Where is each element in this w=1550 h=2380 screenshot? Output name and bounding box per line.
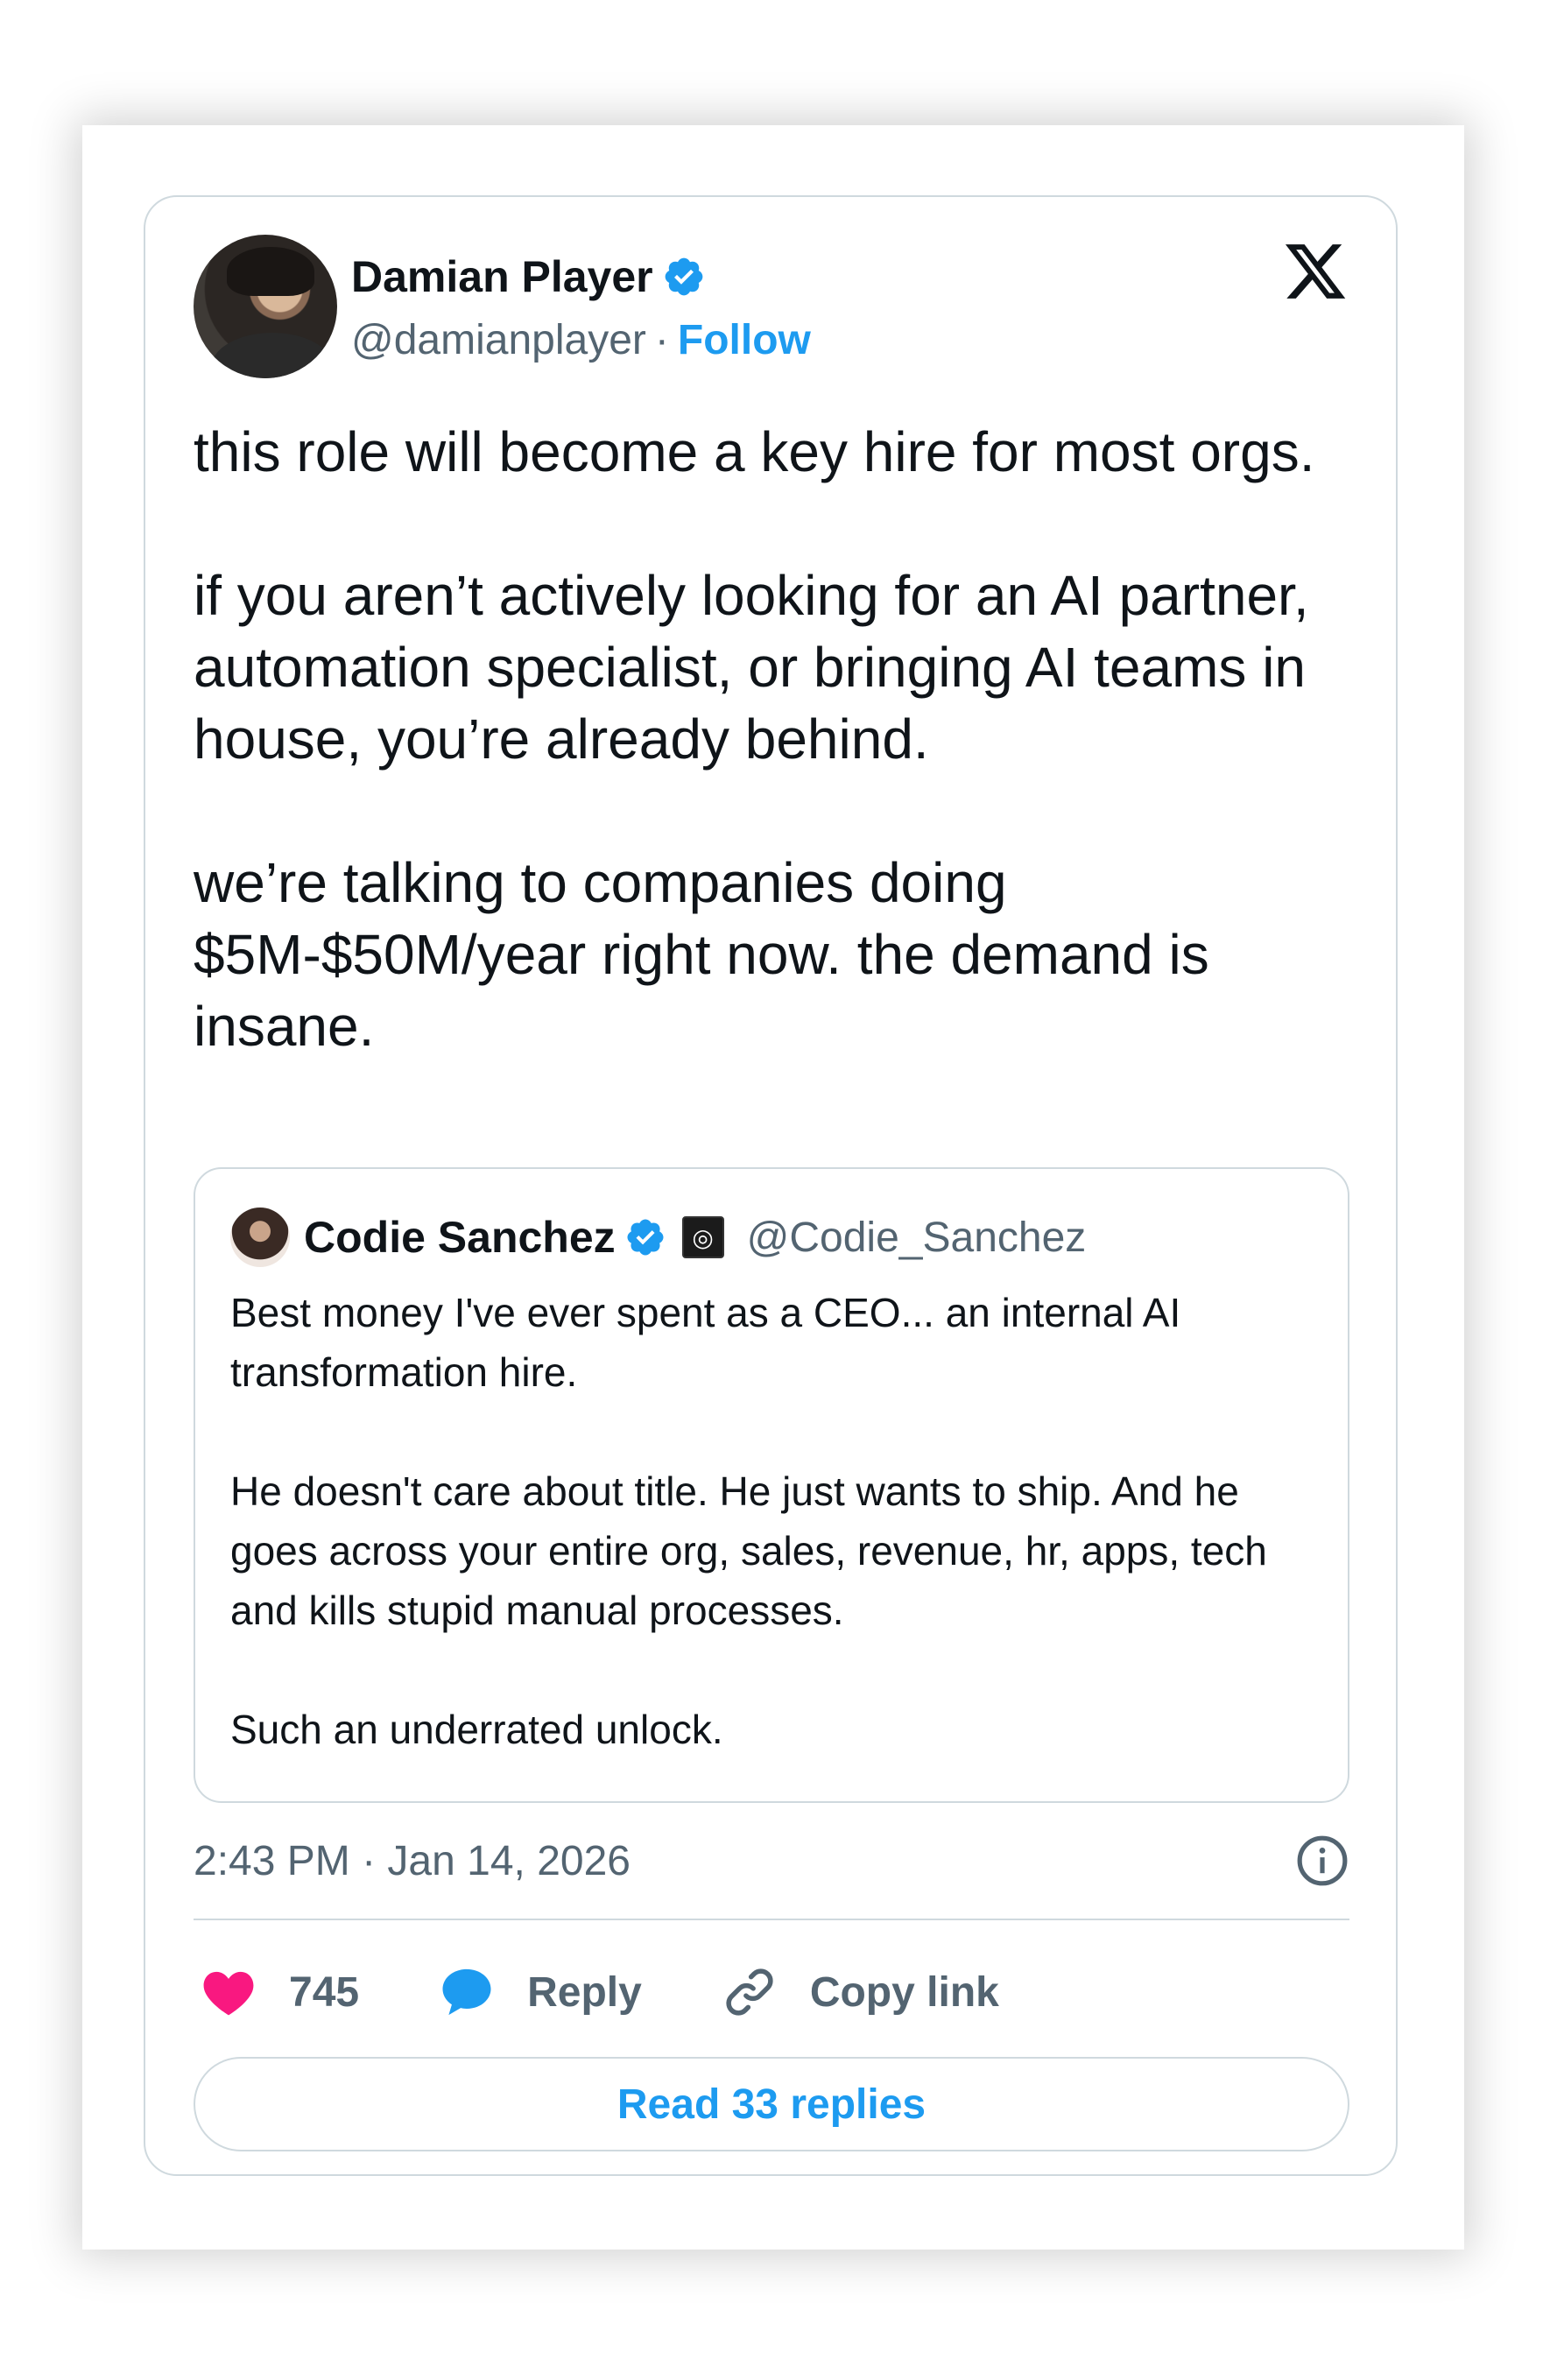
quoted-paragraph: Best money I've ever spent as a CEO... a… xyxy=(230,1290,1181,1395)
author-display-name[interactable]: Damian Player xyxy=(351,251,653,302)
tweet-paragraph: we’re talking to companies doing $5M-$50… xyxy=(194,851,1209,1058)
tweet-header: Damian Player @damianplayer · Follow xyxy=(194,235,1349,384)
tweet-card[interactable]: Damian Player @damianplayer · Follow thi… xyxy=(144,195,1398,2176)
tweet-timestamp[interactable]: 2:43 PM · Jan 14, 2026 xyxy=(194,1837,631,1885)
quoted-display-name: Codie Sanchez xyxy=(304,1213,616,1262)
quoted-avatar xyxy=(230,1208,290,1267)
tweet-paragraph: if you aren’t actively looking for an AI… xyxy=(194,564,1309,771)
heart-icon xyxy=(203,1971,254,2016)
affiliation-badge-icon: ◎ xyxy=(681,1216,724,1258)
author-handle-line: @damianplayer · Follow xyxy=(351,312,811,368)
reply-label: Reply xyxy=(527,1968,642,2016)
author-name-line: Damian Player xyxy=(351,249,706,305)
avatar-hair xyxy=(227,247,314,296)
timestamp-row: 2:43 PM · Jan 14, 2026 xyxy=(194,1826,1349,1896)
quoted-paragraph: He doesn't care about title. He just wan… xyxy=(230,1468,1267,1633)
quoted-handle: @Codie_Sanchez xyxy=(746,1214,1087,1261)
author-avatar[interactable] xyxy=(194,235,337,378)
x-logo-icon[interactable] xyxy=(1281,238,1349,305)
follow-link[interactable]: Follow xyxy=(678,316,811,364)
verified-badge-icon xyxy=(665,257,702,296)
author-handle[interactable]: @damianplayer xyxy=(351,316,646,364)
like-count: 745 xyxy=(289,1968,360,2016)
reply-button[interactable]: Reply xyxy=(438,1963,642,2021)
read-replies-button[interactable]: Read 33 replies xyxy=(194,2057,1349,2151)
quoted-paragraph: Such an underrated unlock. xyxy=(230,1707,723,1752)
embed-sheet: Damian Player @damianplayer · Follow thi… xyxy=(82,125,1464,2250)
handle-separator: · xyxy=(654,316,669,363)
reply-bubble-icon xyxy=(442,1968,491,2016)
tweet-body: this role will become a key hire for mos… xyxy=(194,416,1358,1062)
tweet-actions: 745 Reply Copy link xyxy=(200,1948,1078,2036)
tweet-paragraph: this role will become a key hire for mos… xyxy=(194,420,1315,483)
copy-link-label: Copy link xyxy=(809,1968,999,2016)
actions-divider xyxy=(194,1919,1349,1920)
avatar-shirt xyxy=(211,333,334,378)
link-icon xyxy=(726,1968,773,2016)
quoted-body: Best money I've ever spent as a CEO... a… xyxy=(230,1283,1325,1759)
like-button[interactable]: 745 xyxy=(200,1963,359,2021)
quoted-tweet[interactable]: Codie Sanchez ◎ @Codie_Sanchez Best mone… xyxy=(194,1167,1349,1803)
copy-link-button[interactable]: Copy link xyxy=(721,1963,999,2021)
info-icon[interactable] xyxy=(1295,1834,1349,1888)
quoted-header: Codie Sanchez ◎ @Codie_Sanchez xyxy=(230,1208,1086,1267)
quoted-verified-badge-icon xyxy=(627,1219,664,1256)
